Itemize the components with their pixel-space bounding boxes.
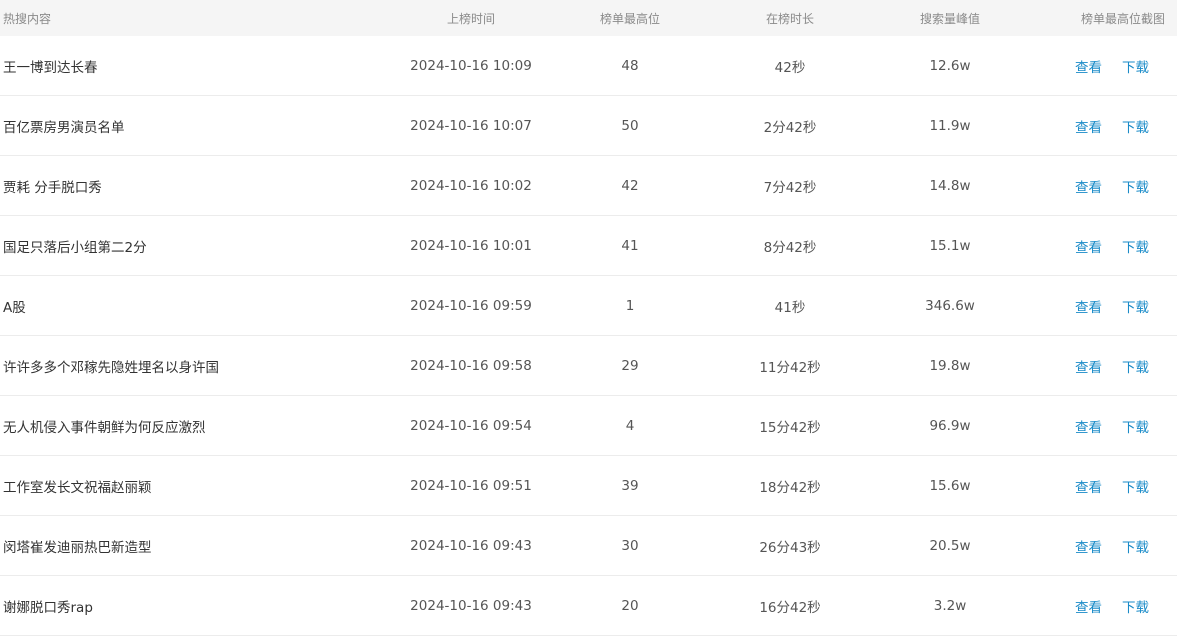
listed-time: 2024-10-16 09:58 [410, 357, 532, 374]
duration: 8分42秒 [763, 239, 817, 256]
view-link[interactable]: 查看 [1075, 176, 1102, 196]
search-peak: 12.6w [929, 57, 971, 74]
table-header: 热搜内容 上榜时间 榜单最高位 在榜时长 搜索量峰值 榜单最高位截图 [0, 0, 1177, 36]
view-link[interactable]: 查看 [1075, 56, 1102, 76]
table-row: 无人机侵入事件朝鲜为何反应激烈 2024-10-16 09:54 4 15分42… [0, 396, 1177, 456]
topic-name: 百亿票房男演员名单 [3, 119, 125, 136]
actions: 查看 下载 [990, 536, 1177, 556]
highest-rank: 30 [621, 537, 639, 554]
search-peak: 346.6w [925, 297, 975, 314]
topic-name: A股 [3, 299, 26, 316]
duration: 2分42秒 [763, 119, 817, 136]
header-rank: 榜单最高位 [599, 11, 660, 26]
header-name: 热搜内容 [3, 11, 52, 26]
highest-rank: 20 [621, 597, 639, 614]
download-link[interactable]: 下载 [1122, 116, 1149, 136]
table-row: 许许多多个邓稼先隐姓埋名以身许国 2024-10-16 09:58 29 11分… [0, 336, 1177, 396]
topic-name: 王一博到达长春 [3, 59, 98, 76]
listed-time: 2024-10-16 10:09 [410, 57, 532, 74]
search-peak: 11.9w [929, 117, 971, 134]
table-row: 王一博到达长春 2024-10-16 10:09 48 42秒 12.6w 查看… [0, 36, 1177, 96]
search-peak: 3.2w [933, 597, 967, 614]
actions: 查看 下载 [990, 176, 1177, 196]
download-link[interactable]: 下载 [1122, 596, 1149, 616]
actions: 查看 下载 [990, 596, 1177, 616]
table-row: 工作室发长文祝福赵丽颖 2024-10-16 09:51 39 18分42秒 1… [0, 456, 1177, 516]
duration: 16分42秒 [759, 599, 821, 616]
header-peak: 搜索量峰值 [919, 11, 980, 26]
topic-name: 无人机侵入事件朝鲜为何反应激烈 [3, 419, 206, 436]
table-row: 谢娜脱口秀rap 2024-10-16 09:43 20 16分42秒 3.2w… [0, 576, 1177, 636]
actions: 查看 下载 [990, 56, 1177, 76]
actions: 查看 下载 [990, 416, 1177, 436]
table-row: 百亿票房男演员名单 2024-10-16 10:07 50 2分42秒 11.9… [0, 96, 1177, 156]
listed-time: 2024-10-16 10:02 [410, 177, 532, 194]
listed-time: 2024-10-16 09:54 [410, 417, 532, 434]
duration: 15分42秒 [759, 419, 821, 436]
table-row: 国足只落后小组第二2分 2024-10-16 10:01 41 8分42秒 15… [0, 216, 1177, 276]
actions: 查看 下载 [990, 296, 1177, 316]
search-peak: 19.8w [929, 357, 971, 374]
topic-name: 工作室发长文祝福赵丽颖 [3, 479, 152, 496]
search-peak: 96.9w [929, 417, 971, 434]
search-peak: 15.6w [929, 477, 971, 494]
download-link[interactable]: 下载 [1122, 56, 1149, 76]
topic-name: 谢娜脱口秀rap [3, 599, 93, 616]
download-link[interactable]: 下载 [1122, 536, 1149, 556]
download-link[interactable]: 下载 [1122, 416, 1149, 436]
download-link[interactable]: 下载 [1122, 296, 1149, 316]
download-link[interactable]: 下载 [1122, 356, 1149, 376]
actions: 查看 下载 [990, 236, 1177, 256]
header-duration: 在榜时长 [765, 11, 814, 26]
topic-name: 闵塔崔发迪丽热巴新造型 [3, 539, 152, 556]
highest-rank: 29 [621, 357, 639, 374]
duration: 11分42秒 [759, 359, 821, 376]
header-time: 上榜时间 [446, 11, 495, 26]
highest-rank: 4 [625, 417, 635, 434]
highest-rank: 42 [621, 177, 639, 194]
actions: 查看 下载 [990, 476, 1177, 496]
header-screenshot: 榜单最高位截图 [1080, 11, 1165, 26]
actions: 查看 下载 [990, 116, 1177, 136]
view-link[interactable]: 查看 [1075, 476, 1102, 496]
highest-rank: 41 [621, 237, 639, 254]
view-link[interactable]: 查看 [1075, 356, 1102, 376]
view-link[interactable]: 查看 [1075, 296, 1102, 316]
highest-rank: 39 [621, 477, 639, 494]
highest-rank: 48 [621, 57, 639, 74]
view-link[interactable]: 查看 [1075, 596, 1102, 616]
listed-time: 2024-10-16 09:51 [410, 477, 532, 494]
listed-time: 2024-10-16 10:01 [410, 237, 532, 254]
duration: 7分42秒 [763, 179, 817, 196]
view-link[interactable]: 查看 [1075, 416, 1102, 436]
table-row: 闵塔崔发迪丽热巴新造型 2024-10-16 09:43 30 26分43秒 2… [0, 516, 1177, 576]
table-row: 贾耗 分手脱口秀 2024-10-16 10:02 42 7分42秒 14.8w… [0, 156, 1177, 216]
topic-name: 贾耗 分手脱口秀 [3, 179, 102, 196]
highest-rank: 50 [621, 117, 639, 134]
view-link[interactable]: 查看 [1075, 116, 1102, 136]
download-link[interactable]: 下载 [1122, 476, 1149, 496]
listed-time: 2024-10-16 10:07 [410, 117, 532, 134]
listed-time: 2024-10-16 09:43 [410, 537, 532, 554]
search-peak: 15.1w [929, 237, 971, 254]
search-peak: 14.8w [929, 177, 971, 194]
actions: 查看 下载 [990, 356, 1177, 376]
duration: 18分42秒 [759, 479, 821, 496]
view-link[interactable]: 查看 [1075, 536, 1102, 556]
topic-name: 国足只落后小组第二2分 [3, 239, 147, 256]
search-peak: 20.5w [929, 537, 971, 554]
download-link[interactable]: 下载 [1122, 176, 1149, 196]
listed-time: 2024-10-16 09:43 [410, 597, 532, 614]
download-link[interactable]: 下载 [1122, 236, 1149, 256]
duration: 41秒 [774, 299, 806, 316]
listed-time: 2024-10-16 09:59 [410, 297, 532, 314]
duration: 26分43秒 [759, 539, 821, 556]
view-link[interactable]: 查看 [1075, 236, 1102, 256]
table-row: A股 2024-10-16 09:59 1 41秒 346.6w 查看 下载 [0, 276, 1177, 336]
duration: 42秒 [774, 59, 806, 76]
highest-rank: 1 [625, 297, 635, 314]
hot-search-table: 热搜内容 上榜时间 榜单最高位 在榜时长 搜索量峰值 榜单最高位截图 王一博到达… [0, 0, 1177, 636]
topic-name: 许许多多个邓稼先隐姓埋名以身许国 [3, 359, 219, 376]
